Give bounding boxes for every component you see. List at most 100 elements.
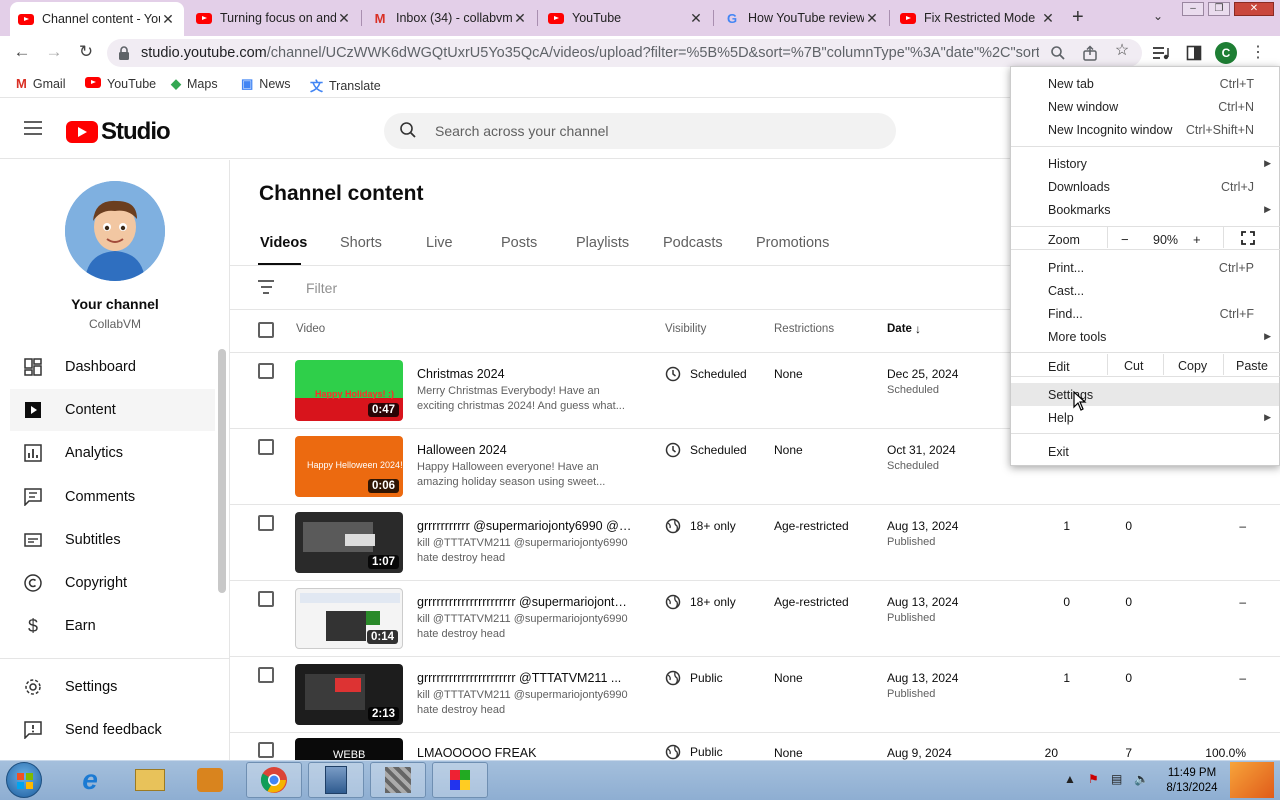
taskbar-internet-explorer[interactable]: e <box>62 762 118 798</box>
menu-item-new-tab[interactable]: New tab <box>1048 77 1094 91</box>
column-header-date[interactable]: Date <box>887 323 912 335</box>
sidebar-item-settings[interactable]: Settings <box>10 666 215 708</box>
video-title[interactable]: grrrrrrrrrrrrrrrrrrrrrr @supermariojonty… <box>417 595 632 609</box>
video-title[interactable]: grrrrrrrrrrrrrrrrrrrrrr @TTTATVM211 ... <box>417 671 632 685</box>
zoom-in-button[interactable]: + <box>1193 232 1201 247</box>
row-checkbox[interactable] <box>258 439 274 455</box>
action-center-icon[interactable]: ⚑ <box>1088 772 1099 786</box>
video-thumbnail[interactable]: 2:13 <box>295 664 403 725</box>
profile-avatar[interactable]: C <box>1215 42 1237 64</box>
sidebar-item-subtitles[interactable]: Subtitles <box>10 519 215 561</box>
table-row[interactable]: 2:13 grrrrrrrrrrrrrrrrrrrrrr @TTTATVM211… <box>230 657 1280 733</box>
visibility-cell[interactable]: Public <box>665 670 723 686</box>
sidebar-item-dashboard[interactable]: Dashboard <box>10 346 215 388</box>
show-desktop-button[interactable] <box>1230 762 1274 798</box>
table-row[interactable]: 1:07 grrrrrrrrrrr @supermariojonty6990 @… <box>230 505 1280 581</box>
tab-promotions[interactable]: Promotions <box>756 235 829 251</box>
taskbar-media-player[interactable] <box>182 762 238 798</box>
menu-item-find[interactable]: Find... <box>1048 307 1083 321</box>
video-title[interactable]: grrrrrrrrrrr @supermariojonty6990 @TT... <box>417 519 632 533</box>
visibility-cell[interactable]: 18+ only <box>665 518 736 534</box>
tab-shorts[interactable]: Shorts <box>340 235 382 251</box>
bookmark-maps[interactable]: ◆ Maps <box>171 76 218 92</box>
bookmark-star-icon[interactable]: ☆ <box>1110 40 1134 60</box>
table-row[interactable]: 0:14 grrrrrrrrrrrrrrrrrrrrrr @supermario… <box>230 581 1280 657</box>
tab-videos[interactable]: Videos <box>260 235 307 251</box>
visibility-cell[interactable]: Scheduled <box>665 442 747 458</box>
taskbar-chrome[interactable] <box>246 762 302 798</box>
tab-playlists[interactable]: Playlists <box>576 235 629 251</box>
search-icon[interactable] <box>399 121 417 139</box>
visibility-cell[interactable]: Public <box>665 744 723 760</box>
channel-avatar[interactable] <box>65 181 165 281</box>
tab-search-button[interactable]: ⌄ <box>1153 9 1163 23</box>
bookmark-translate[interactable]: 文 Translate <box>310 76 381 95</box>
tab-youtube[interactable]: YouTube ✕ <box>540 4 712 32</box>
row-checkbox[interactable] <box>258 667 274 683</box>
taskbar-app-3[interactable] <box>370 762 426 798</box>
sidebar-item-earn[interactable]: $ Earn <box>10 605 215 647</box>
taskbar-app-2[interactable] <box>308 762 364 798</box>
forward-icon[interactable]: → <box>42 42 66 62</box>
taskbar-app-4[interactable] <box>432 762 488 798</box>
close-tab-icon[interactable]: ✕ <box>336 10 352 27</box>
menu-item-downloads[interactable]: Downloads <box>1048 180 1110 194</box>
tab-inbox[interactable]: M Inbox (34) - collabvm ✕ <box>364 4 536 32</box>
tab-turning-focus[interactable]: Turning focus on and off ✕ <box>188 4 360 32</box>
menu-item-cast[interactable]: Cast... <box>1048 284 1084 298</box>
filter-input[interactable]: Filter <box>306 280 337 296</box>
visibility-cell[interactable]: Scheduled <box>665 366 747 382</box>
menu-item-print[interactable]: Print... <box>1048 261 1084 275</box>
menu-item-history[interactable]: History <box>1048 157 1087 171</box>
studio-logo[interactable]: Studio <box>66 118 171 146</box>
menu-item-bookmarks[interactable]: Bookmarks <box>1048 203 1111 217</box>
url-text[interactable]: studio.youtube.com/channel/UCzWWK6dWGQtU… <box>141 45 1039 61</box>
tab-podcasts[interactable]: Podcasts <box>663 235 723 251</box>
column-header-restrictions[interactable]: Restrictions <box>774 323 834 335</box>
hamburger-menu-icon[interactable] <box>24 121 42 139</box>
side-panel-icon[interactable] <box>1186 45 1202 61</box>
zoom-out-button[interactable]: − <box>1121 232 1129 247</box>
close-tab-icon[interactable]: ✕ <box>864 10 880 27</box>
row-checkbox[interactable] <box>258 742 274 758</box>
tray-expand-icon[interactable]: ▲ <box>1064 772 1076 786</box>
filter-icon[interactable] <box>258 280 274 298</box>
restore-window-button[interactable]: ❐ <box>1208 2 1230 16</box>
share-icon[interactable] <box>1082 45 1098 61</box>
tab-how-youtube-reviews[interactable]: G How YouTube reviews ✕ <box>716 4 888 32</box>
menu-cut-button[interactable]: Cut <box>1124 359 1143 373</box>
menu-copy-button[interactable]: Copy <box>1178 359 1207 373</box>
new-tab-button[interactable]: + <box>1072 6 1084 29</box>
close-tab-icon[interactable]: ✕ <box>1040 10 1056 27</box>
video-title[interactable]: Halloween 2024 <box>417 443 632 457</box>
close-tab-icon[interactable]: ✕ <box>160 11 176 28</box>
media-control-icon[interactable] <box>1152 45 1170 61</box>
menu-item-new-window[interactable]: New window <box>1048 100 1118 114</box>
menu-item-help[interactable]: Help <box>1048 411 1074 425</box>
row-checkbox[interactable] <box>258 515 274 531</box>
video-thumbnail[interactable]: 0:14 <box>295 588 403 649</box>
video-thumbnail[interactable]: Happy Holidays! :) 0:47 <box>295 360 403 421</box>
close-window-button[interactable]: ✕ <box>1234 2 1274 16</box>
volume-muted-icon[interactable]: 🔈 <box>1134 772 1149 786</box>
video-title[interactable]: LMAOOOOO FREAK <box>417 746 632 760</box>
sidebar-item-analytics[interactable]: Analytics <box>10 432 215 474</box>
site-info-lock-icon[interactable] <box>117 45 131 61</box>
tab-channel-content[interactable]: Channel content - YouTube Studio ✕ <box>10 2 184 36</box>
menu-item-exit[interactable]: Exit <box>1048 445 1069 459</box>
sort-descending-icon[interactable]: ↓ <box>915 322 921 336</box>
back-icon[interactable]: ← <box>10 42 34 62</box>
menu-paste-button[interactable]: Paste <box>1236 359 1268 373</box>
network-icon[interactable]: ▤ <box>1111 772 1122 786</box>
visibility-cell[interactable]: 18+ only <box>665 594 736 610</box>
close-tab-icon[interactable]: ✕ <box>512 10 528 27</box>
sidebar-item-comments[interactable]: Comments <box>10 476 215 518</box>
taskbar-clock[interactable]: 11:49 PM 8/13/2024 <box>1160 766 1224 796</box>
close-tab-icon[interactable]: ✕ <box>688 10 704 27</box>
tab-posts[interactable]: Posts <box>501 235 537 251</box>
bookmark-gmail[interactable]: M Gmail <box>16 76 66 91</box>
select-all-checkbox[interactable] <box>258 322 274 338</box>
row-checkbox[interactable] <box>258 591 274 607</box>
column-header-visibility[interactable]: Visibility <box>665 323 706 335</box>
video-title[interactable]: Christmas 2024 <box>417 367 632 381</box>
